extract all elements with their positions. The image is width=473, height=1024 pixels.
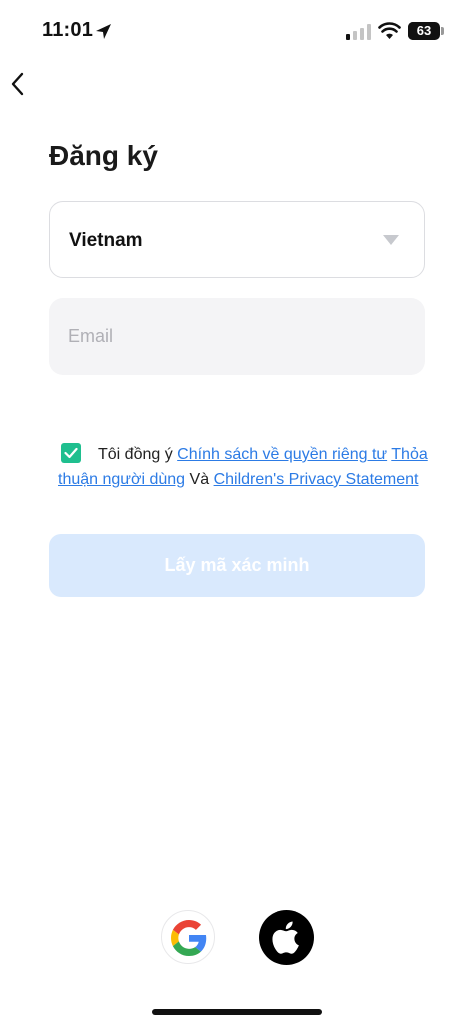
apple-login-button[interactable] xyxy=(259,910,314,965)
agree-text: Tôi đồng ý xyxy=(98,446,173,463)
chevron-left-icon xyxy=(11,72,24,96)
childrens-privacy-link[interactable]: Children's Privacy Statement xyxy=(214,471,419,488)
wifi-icon xyxy=(378,22,401,39)
battery-cap xyxy=(441,27,444,35)
google-login-button[interactable] xyxy=(161,910,215,964)
page-title: Đăng ký xyxy=(49,140,158,171)
caret-down-icon xyxy=(383,235,399,245)
location-arrow-icon xyxy=(96,24,111,39)
status-time: 11:01 xyxy=(42,19,94,41)
home-indicator xyxy=(152,1009,322,1015)
battery-level: 63 xyxy=(416,23,432,38)
get-verification-code-button[interactable]: Lấy mã xác minh xyxy=(49,534,425,597)
back-button[interactable] xyxy=(6,66,34,100)
cellular-signal-icon xyxy=(346,24,371,40)
country-select[interactable]: Vietnam xyxy=(49,201,425,278)
signup-screen: 11:01 63 Đăng ký Vietnam Email Tôi đồng … xyxy=(0,0,473,1024)
battery-icon: 63 xyxy=(408,22,440,40)
status-bar: 11:01 63 xyxy=(0,0,473,60)
apple-logo-icon xyxy=(272,921,299,954)
google-logo-icon xyxy=(171,920,207,956)
email-field[interactable] xyxy=(49,298,425,375)
conjunction-text: Và xyxy=(189,471,210,488)
privacy-policy-link[interactable]: Chính sách về quyền riêng tư xyxy=(177,446,387,463)
country-value: Vietnam xyxy=(69,230,143,251)
terms-agreement: Tôi đồng ý Chính sách về quyền riêng tư … xyxy=(58,442,428,492)
